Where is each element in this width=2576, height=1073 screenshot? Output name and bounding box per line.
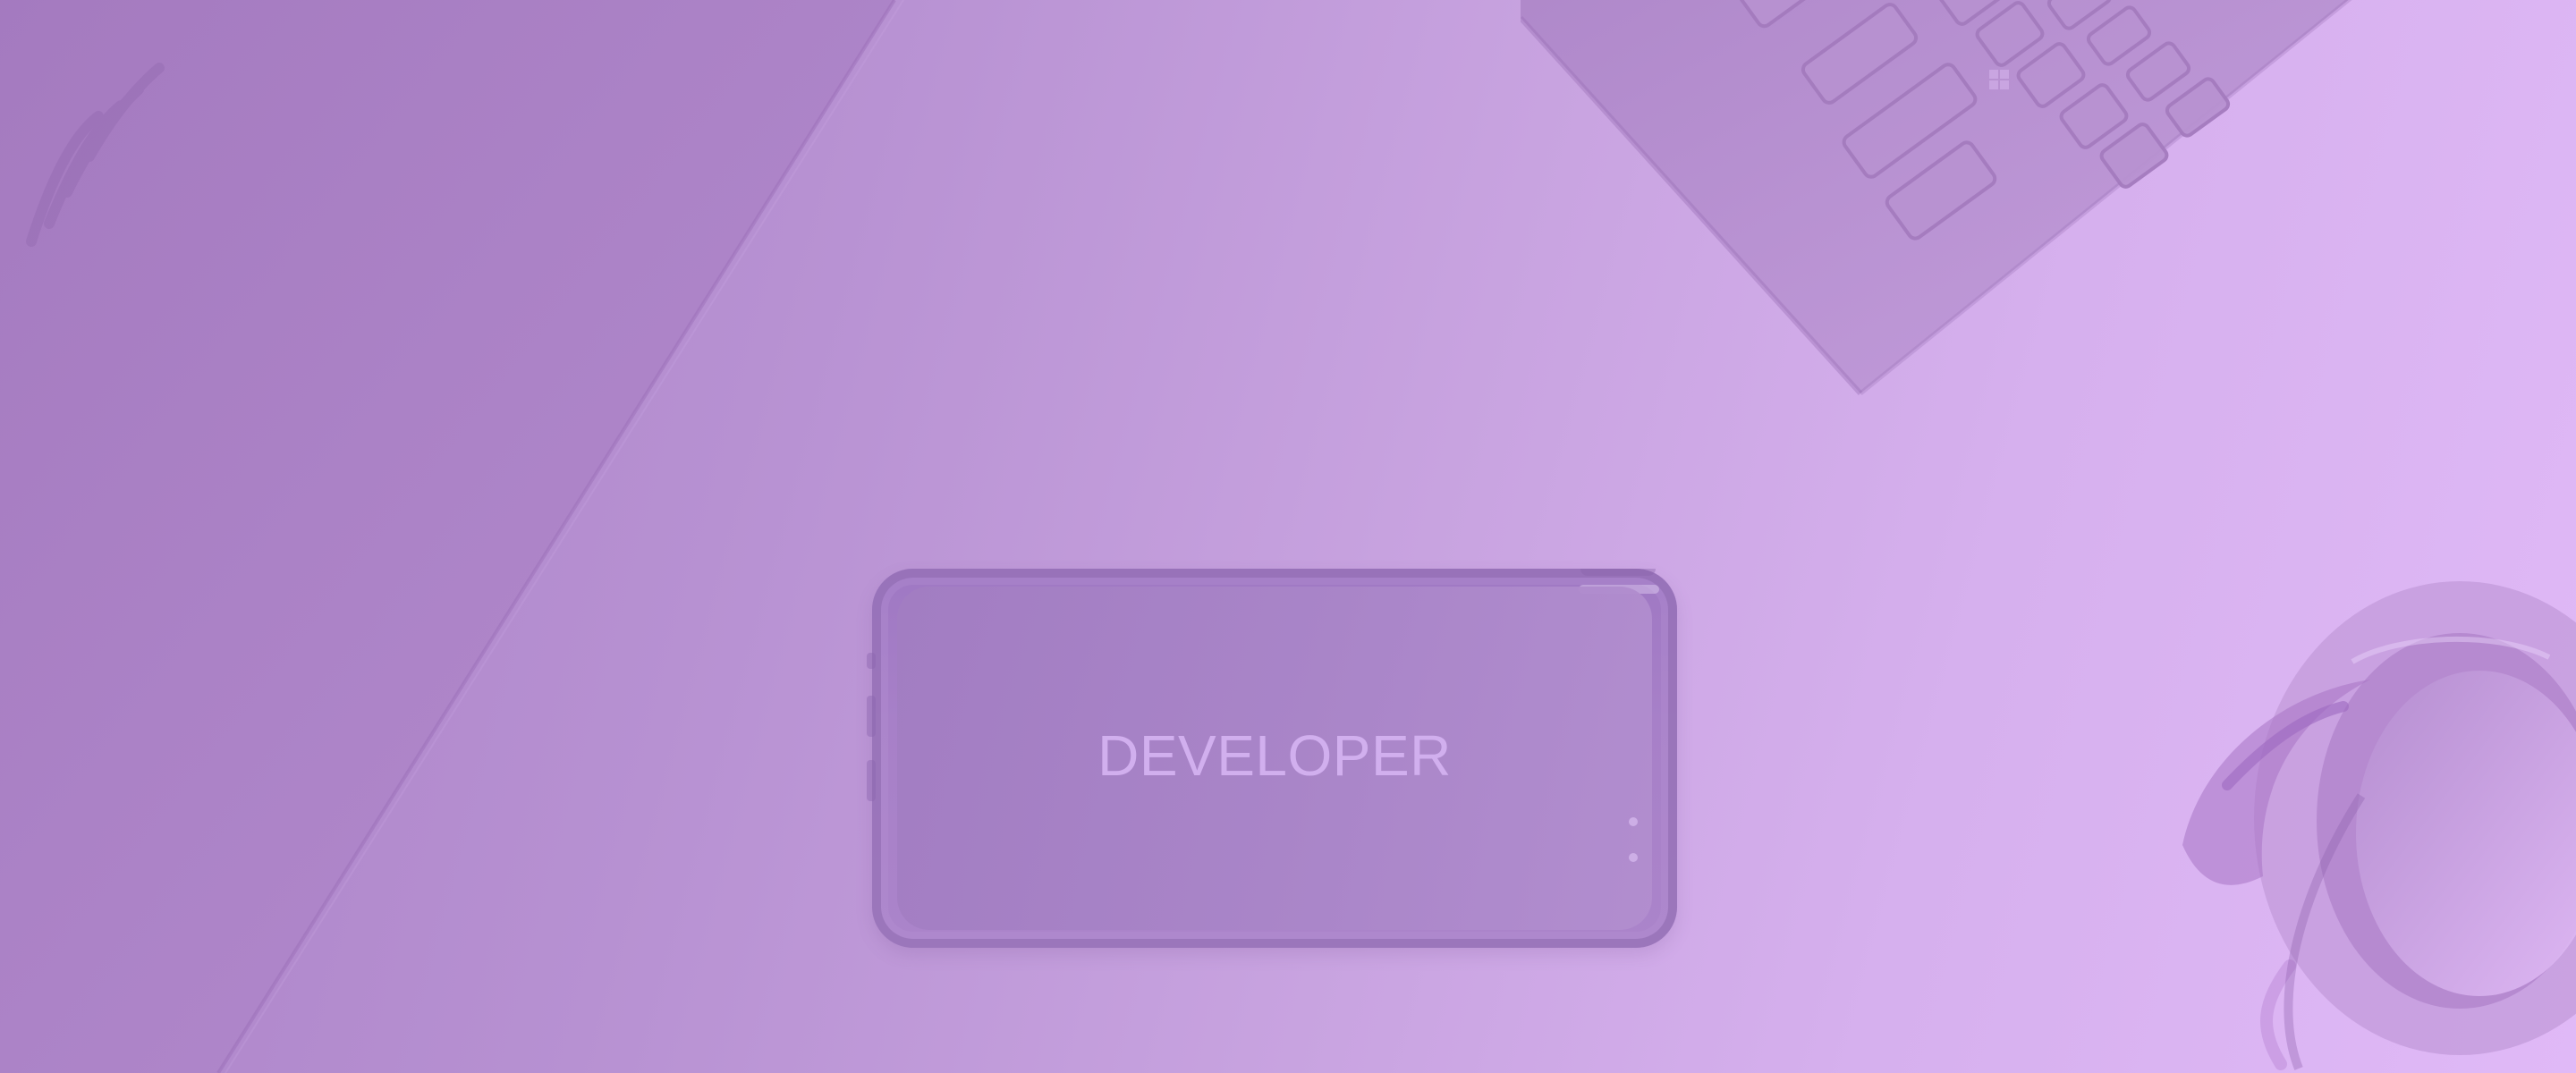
phone-sensor-dot xyxy=(1629,817,1638,826)
keyboard-icon xyxy=(1521,0,2352,396)
phone-side-button xyxy=(867,653,876,669)
phone-screen-label: DEVELOPER xyxy=(1097,723,1452,788)
phone-camera-dot xyxy=(1629,853,1638,862)
headphones-icon xyxy=(2182,581,2576,1070)
phone-notch xyxy=(1580,569,1656,576)
smartphone-icon: DEVELOPER xyxy=(867,569,1677,948)
hero-photo-scene: DEVELOPER xyxy=(0,0,2576,1073)
